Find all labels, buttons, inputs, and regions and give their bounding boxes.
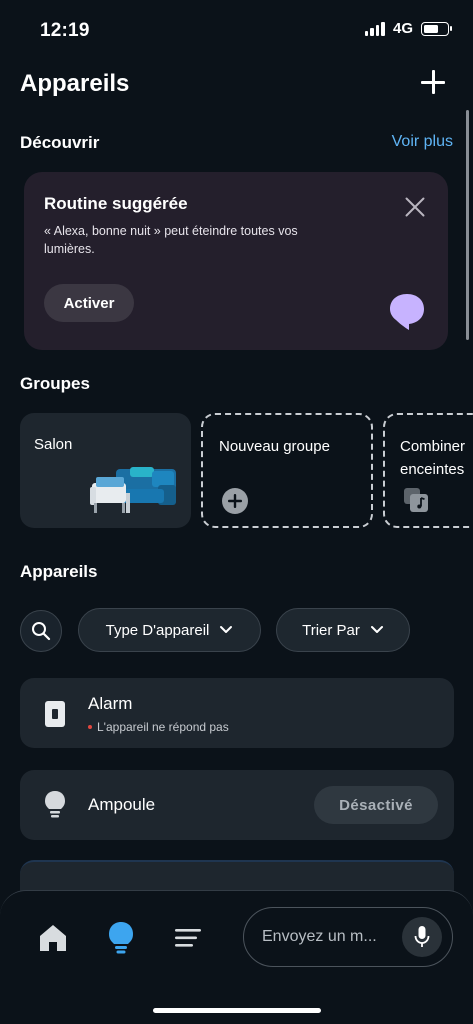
see-more-link[interactable]: Voir plus [392,133,453,151]
microphone-button[interactable] [402,917,442,957]
group-card-new[interactable]: Nouveau groupe [201,413,373,528]
speech-bubble-icon [390,294,424,330]
message-placeholder: Envoyez un m... [262,928,377,945]
routine-suggestion-card: Routine suggérée « Alexa, bonne nuit » p… [24,172,448,350]
activate-button[interactable]: Activer [44,284,134,322]
chevron-down-icon [370,626,383,633]
plus-circle-icon [222,488,248,514]
device-card-ampoule[interactable]: Ampoule Désactivé [20,770,454,840]
speaker-group-icon [404,488,428,512]
power-toggle-button[interactable]: Désactivé [314,786,438,824]
status-time: 12:19 [40,20,90,41]
search-button[interactable] [20,610,62,652]
menu-icon[interactable] [174,927,204,949]
network-type: 4G [392,20,413,37]
message-input[interactable]: Envoyez un m... [243,907,453,967]
sofa-icon [90,467,176,513]
routine-title: Routine suggérée [44,194,188,213]
group-card-combine-speakers[interactable]: Combiner enceintes [383,413,473,528]
device-status-text: L'appareil ne répond pas [97,720,229,734]
status-indicators: 4G [364,20,452,37]
device-status: L'appareil ne répond pas [88,720,229,734]
device-card-alarm[interactable]: Alarm L'appareil ne répond pas [20,678,454,748]
battery-icon [421,21,452,36]
scrollbar[interactable] [466,110,469,340]
routine-description: « Alexa, bonne nuit » peut éteindre tout… [44,224,298,256]
devices-bulb-icon[interactable] [107,921,135,955]
device-type-filter[interactable]: Type D'appareil [78,608,261,652]
add-button[interactable] [417,66,449,98]
filter-label: Trier Par [302,621,360,639]
bulb-icon [45,791,65,818]
devices-section-title: Appareils [20,562,98,581]
home-icon[interactable] [38,923,68,953]
filter-label: Type D'appareil [105,621,210,639]
group-label: Salon [34,436,73,453]
device-name: Alarm [88,694,133,713]
group-card-salon[interactable]: Salon [20,413,191,528]
home-indicator [153,1008,321,1013]
discover-section-title: Découvrir [20,133,100,152]
sort-by-filter[interactable]: Trier Par [276,608,410,652]
group-label: Nouveau groupe [219,438,330,455]
chevron-down-icon [220,626,233,633]
group-label: Combiner enceintes [400,438,466,478]
device-name: Ampoule [88,795,156,814]
signal-icon [364,21,385,36]
search-icon [32,622,51,641]
close-icon[interactable] [404,196,426,218]
groups-section-title: Groupes [20,374,90,393]
page-title: Appareils [20,70,130,97]
switch-icon [45,701,65,727]
microphone-icon [414,926,430,947]
bottom-navigation: Envoyez un m... [0,890,473,1024]
error-dot-icon [88,725,92,729]
